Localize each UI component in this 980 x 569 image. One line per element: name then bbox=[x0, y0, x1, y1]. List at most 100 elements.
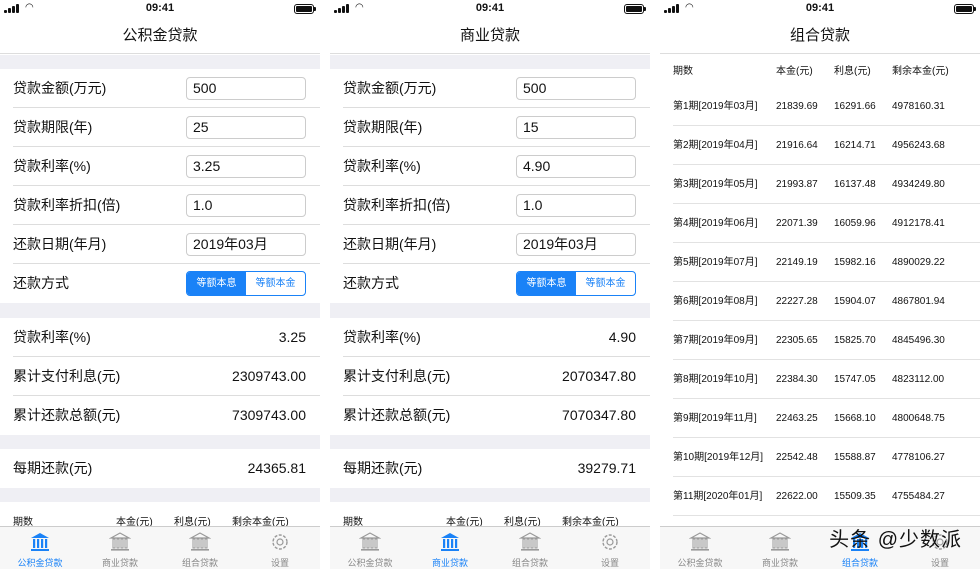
label-repay-date: 还款日期(年月) bbox=[13, 236, 107, 252]
cell-remaining: 4845496.30 bbox=[892, 335, 945, 346]
tab-bar: 公积金贷款 商业贷款 组合贷款 设置 bbox=[330, 526, 650, 569]
cell-interest: 15588.87 bbox=[834, 452, 876, 463]
segment-equal-installment[interactable]: 等额本息 bbox=[187, 272, 246, 295]
cell-period: 第3期[2019年05月] bbox=[673, 179, 758, 190]
section-gap bbox=[330, 303, 650, 318]
result-label: 累计还款总额(元) bbox=[343, 407, 451, 423]
cell-principal: 21839.69 bbox=[776, 101, 818, 112]
result-label: 累计支付利息(元) bbox=[343, 368, 451, 384]
tab-settings[interactable]: 设置 bbox=[240, 527, 320, 569]
result-total-repayment: 累计还款总额(元) 7309743.00 bbox=[0, 396, 320, 435]
phone-housing-fund: ◠ 09:41 公积金贷款 贷款金额(万元) 500 贷款期限(年) 25 贷款利率… bbox=[0, 0, 320, 569]
cell-principal: 22227.28 bbox=[776, 296, 818, 307]
row-rate-discount: 贷款利率折扣(倍) 1.0 bbox=[330, 186, 650, 225]
cell-interest: 15982.16 bbox=[834, 257, 876, 268]
repay-method-segmented: 等额本息 等额本金 bbox=[516, 271, 636, 296]
tab-settings[interactable]: 设置 bbox=[570, 527, 650, 569]
col-period: 期数 bbox=[673, 66, 693, 77]
row-interest-rate: 贷款利率(%) 3.25 bbox=[0, 147, 320, 186]
label-repay-method: 还款方式 bbox=[13, 275, 69, 291]
input-loan-amount[interactable]: 500 bbox=[186, 77, 306, 100]
cell-period: 第9期[2019年11月] bbox=[673, 413, 757, 424]
schedule-table-header: 期数 本金(元) 利息(元) 剩余本金(元) bbox=[330, 507, 650, 528]
tab-housing-fund[interactable]: 公积金贷款 bbox=[0, 527, 80, 569]
section-gap bbox=[0, 55, 320, 69]
tab-combined[interactable]: 组合贷款 bbox=[160, 527, 240, 569]
result-interest-rate: 贷款利率(%) 4.90 bbox=[330, 318, 650, 357]
row-interest-rate: 贷款利率(%) 4.90 bbox=[330, 147, 650, 186]
segment-equal-principal[interactable]: 等额本金 bbox=[246, 272, 305, 295]
segment-equal-installment[interactable]: 等额本息 bbox=[517, 272, 576, 295]
input-interest-rate[interactable]: 3.25 bbox=[186, 155, 306, 178]
table-row: 第4期[2019年06月] 22071.39 16059.96 4912178.41 bbox=[660, 204, 980, 243]
tab-housing-fund[interactable]: 公积金贷款 bbox=[660, 527, 740, 569]
cell-principal: 21993.87 bbox=[776, 179, 818, 190]
input-loan-term[interactable]: 25 bbox=[186, 116, 306, 139]
input-interest-rate[interactable]: 4.90 bbox=[516, 155, 636, 178]
result-label: 累计还款总额(元) bbox=[13, 407, 121, 423]
tab-label: 商业贷款 bbox=[761, 558, 798, 568]
phone-commercial: ◠ 09:41 商业贷款 贷款金额(万元) 500 贷款期限(年) 15 贷款利率(… bbox=[330, 0, 650, 569]
tab-commercial[interactable]: 商业贷款 bbox=[80, 527, 160, 569]
result-value: 2070347.80 bbox=[562, 368, 636, 384]
tab-label: 组合贷款 bbox=[841, 558, 878, 568]
cell-remaining: 4934249.80 bbox=[892, 179, 945, 190]
tab-commercial[interactable]: 商业贷款 bbox=[410, 527, 490, 569]
section-gap bbox=[330, 55, 650, 69]
label-loan-term: 贷款期限(年) bbox=[13, 119, 93, 135]
label-loan-term: 贷款期限(年) bbox=[343, 119, 423, 135]
result-value: 24365.81 bbox=[247, 460, 306, 476]
bank-icon bbox=[519, 532, 541, 551]
cell-remaining: 4956243.68 bbox=[892, 140, 945, 151]
col-remaining: 剩余本金(元) bbox=[892, 66, 949, 77]
input-loan-amount[interactable]: 500 bbox=[516, 77, 636, 100]
input-rate-discount[interactable]: 1.0 bbox=[186, 194, 306, 217]
cell-period: 第7期[2019年09月] bbox=[673, 335, 758, 346]
cell-interest: 15904.07 bbox=[834, 296, 876, 307]
row-repay-method: 还款方式 等额本息 等额本金 bbox=[330, 264, 650, 303]
section-gap bbox=[0, 488, 320, 502]
tab-label: 设置 bbox=[600, 558, 619, 568]
tab-label: 公积金贷款 bbox=[17, 558, 63, 568]
result-label: 累计支付利息(元) bbox=[13, 368, 121, 384]
row-repay-method: 还款方式 等额本息 等额本金 bbox=[0, 264, 320, 303]
table-row: 第11期[2020年01月] 22622.00 15509.35 4755484.27 bbox=[660, 477, 980, 516]
bank-icon bbox=[441, 533, 459, 551]
col-interest: 利息(元) bbox=[834, 66, 871, 77]
table-row: 第3期[2019年05月] 21993.87 16137.48 4934249.80 bbox=[660, 165, 980, 204]
input-loan-term[interactable]: 15 bbox=[516, 116, 636, 139]
input-repay-date[interactable]: 2019年03月 bbox=[516, 233, 636, 256]
input-repay-date[interactable]: 2019年03月 bbox=[186, 233, 306, 256]
gear-icon bbox=[272, 534, 288, 550]
section-gap bbox=[0, 435, 320, 449]
result-monthly-payment: 每期还款(元) 39279.71 bbox=[330, 449, 650, 488]
status-bar: ◠ 09:41 bbox=[0, 0, 320, 18]
input-rate-discount[interactable]: 1.0 bbox=[516, 194, 636, 217]
result-value: 4.90 bbox=[608, 329, 636, 345]
cell-interest: 15747.05 bbox=[834, 374, 876, 385]
cell-interest: 16137.48 bbox=[834, 179, 876, 190]
result-value: 39279.71 bbox=[577, 460, 636, 476]
cell-principal: 22305.65 bbox=[776, 335, 818, 346]
table-row: 第9期[2019年11月] 22463.25 15668.10 4800648.75 bbox=[660, 399, 980, 438]
table-row: 第7期[2019年09月] 22305.65 15825.70 4845496.30 bbox=[660, 321, 980, 360]
status-bar: ◠ 09:41 bbox=[660, 0, 980, 18]
screens-canvas: ◠ 09:41 公积金贷款 贷款金额(万元) 500 贷款期限(年) 25 贷款利率… bbox=[0, 0, 980, 569]
cell-period: 第8期[2019年10月] bbox=[673, 374, 758, 385]
label-interest-rate: 贷款利率(%) bbox=[13, 158, 91, 174]
segment-equal-principal[interactable]: 等额本金 bbox=[576, 272, 635, 295]
status-time: 09:41 bbox=[805, 2, 835, 14]
tab-commercial[interactable]: 商业贷款 bbox=[740, 527, 820, 569]
result-value: 2309743.00 bbox=[232, 368, 306, 384]
result-value: 7070347.80 bbox=[562, 407, 636, 423]
label-loan-amount: 贷款金额(万元) bbox=[13, 80, 107, 96]
section-gap bbox=[0, 303, 320, 318]
tab-label: 商业贷款 bbox=[431, 558, 468, 568]
cell-principal: 22622.00 bbox=[776, 491, 818, 502]
tab-label: 设置 bbox=[930, 558, 949, 568]
cell-interest: 16291.66 bbox=[834, 101, 876, 112]
nav-title: 商业贷款 bbox=[330, 18, 650, 54]
cell-interest: 16059.96 bbox=[834, 218, 876, 229]
tab-housing-fund[interactable]: 公积金贷款 bbox=[330, 527, 410, 569]
tab-combined[interactable]: 组合贷款 bbox=[490, 527, 570, 569]
